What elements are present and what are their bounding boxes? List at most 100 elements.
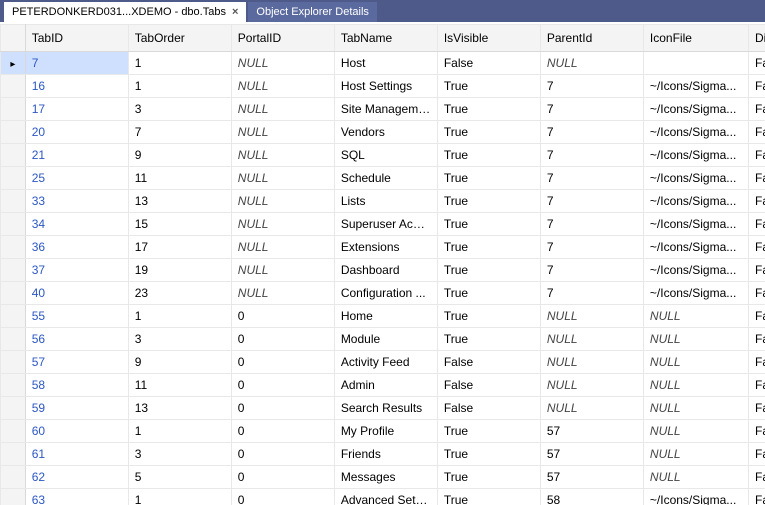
grid-cell[interactable]: 11 <box>128 374 231 397</box>
grid-cell[interactable]: 57 <box>540 466 643 489</box>
table-row[interactable]: 6250MessagesTrue57NULLFal <box>1 466 765 489</box>
row-selector[interactable] <box>1 397 26 420</box>
grid-cell[interactable]: 0 <box>231 374 334 397</box>
grid-cell[interactable]: NULL <box>643 305 748 328</box>
grid-cell[interactable]: False <box>437 351 540 374</box>
table-row[interactable]: 3313NULLListsTrue7~/Icons/Sigma...Fal <box>1 190 765 213</box>
grid-cell[interactable]: 0 <box>231 443 334 466</box>
grid-cell[interactable]: NULL <box>540 397 643 420</box>
grid-cell[interactable]: Fal <box>749 98 765 121</box>
row-selector[interactable] <box>1 121 26 144</box>
grid-cell[interactable]: ~/Icons/Sigma... <box>643 489 748 505</box>
grid-cell[interactable]: 0 <box>231 397 334 420</box>
table-row[interactable]: 161NULLHost SettingsTrue7~/Icons/Sigma..… <box>1 75 765 98</box>
grid-cell[interactable]: 3 <box>128 443 231 466</box>
grid-cell[interactable]: True <box>437 144 540 167</box>
grid-cell[interactable]: ~/Icons/Sigma... <box>643 236 748 259</box>
grid-cell[interactable]: Host Settings <box>334 75 437 98</box>
grid-cell[interactable]: Configuration ... <box>334 282 437 305</box>
grid-cell[interactable]: Fal <box>749 236 765 259</box>
grid-cell[interactable]: Advanced Setti... <box>334 489 437 505</box>
grid-cell[interactable]: 7 <box>25 52 128 75</box>
grid-cell[interactable]: True <box>437 282 540 305</box>
grid-cell[interactable]: NULL <box>540 305 643 328</box>
grid-cell[interactable]: 58 <box>25 374 128 397</box>
row-selector[interactable] <box>1 52 26 75</box>
row-selector[interactable] <box>1 489 26 505</box>
row-selector[interactable] <box>1 374 26 397</box>
grid-cell[interactable]: 61 <box>25 443 128 466</box>
grid-cell[interactable]: 7 <box>540 213 643 236</box>
grid-cell[interactable]: ~/Icons/Sigma... <box>643 75 748 98</box>
grid-cell[interactable]: ~/Icons/Sigma... <box>643 167 748 190</box>
grid-cell[interactable]: 0 <box>231 420 334 443</box>
row-selector[interactable] <box>1 259 26 282</box>
grid-cell[interactable]: 1 <box>128 52 231 75</box>
table-row[interactable]: 173NULLSite Manageme...True7~/Icons/Sigm… <box>1 98 765 121</box>
table-row[interactable]: 219NULLSQLTrue7~/Icons/Sigma...Fal <box>1 144 765 167</box>
grid-cell[interactable]: 17 <box>25 98 128 121</box>
data-grid[interactable]: TabIDTabOrderPortalIDTabNameIsVisiblePar… <box>0 24 765 505</box>
row-selector[interactable] <box>1 98 26 121</box>
grid-cell[interactable]: 1 <box>128 420 231 443</box>
grid-cell[interactable]: Fal <box>749 121 765 144</box>
grid-cell[interactable]: Fal <box>749 420 765 443</box>
table-row[interactable]: 6310Advanced Setti...True58~/Icons/Sigma… <box>1 489 765 505</box>
grid-cell[interactable]: Fal <box>749 443 765 466</box>
grid-cell[interactable]: Dashboard <box>334 259 437 282</box>
grid-cell[interactable]: ~/Icons/Sigma... <box>643 213 748 236</box>
grid-cell[interactable]: Friends <box>334 443 437 466</box>
grid-cell[interactable]: True <box>437 167 540 190</box>
grid-cell[interactable]: 33 <box>25 190 128 213</box>
row-selector[interactable] <box>1 466 26 489</box>
grid-cell[interactable]: NULL <box>231 75 334 98</box>
grid-cell[interactable]: NULL <box>643 328 748 351</box>
grid-cell[interactable]: 37 <box>25 259 128 282</box>
grid-cell[interactable]: Vendors <box>334 121 437 144</box>
grid-cell[interactable]: 7 <box>540 282 643 305</box>
grid-cell[interactable]: 9 <box>128 144 231 167</box>
grid-cell[interactable]: 7 <box>540 98 643 121</box>
grid-cell[interactable]: True <box>437 121 540 144</box>
grid-cell[interactable]: 1 <box>128 305 231 328</box>
grid-cell[interactable]: 59 <box>25 397 128 420</box>
grid-cell[interactable]: 5 <box>128 466 231 489</box>
row-selector[interactable] <box>1 351 26 374</box>
grid-cell[interactable]: 1 <box>128 489 231 505</box>
grid-cell[interactable]: Home <box>334 305 437 328</box>
grid-cell[interactable]: 11 <box>128 167 231 190</box>
grid-cell[interactable]: Host <box>334 52 437 75</box>
grid-cell[interactable]: 60 <box>25 420 128 443</box>
grid-cell[interactable]: ~/Icons/Sigma... <box>643 144 748 167</box>
grid-cell[interactable]: ~/Icons/Sigma... <box>643 121 748 144</box>
grid-cell[interactable]: 13 <box>128 190 231 213</box>
grid-cell[interactable]: NULL <box>643 374 748 397</box>
grid-cell[interactable]: Fal <box>749 397 765 420</box>
grid-cell[interactable]: NULL <box>540 351 643 374</box>
grid-cell[interactable]: Fal <box>749 52 765 75</box>
table-row[interactable]: 71NULLHostFalseNULLFal <box>1 52 765 75</box>
row-selector[interactable] <box>1 75 26 98</box>
tab-object-explorer-details[interactable]: Object Explorer Details <box>248 2 377 22</box>
grid-cell[interactable]: False <box>437 52 540 75</box>
grid-cell[interactable]: True <box>437 75 540 98</box>
row-selector[interactable] <box>1 443 26 466</box>
tab-data-grid[interactable]: PETERDONKERD031...XDEMO - dbo.Tabs × <box>4 2 246 22</box>
grid-cell[interactable]: Schedule <box>334 167 437 190</box>
table-row[interactable]: 4023NULLConfiguration ...True7~/Icons/Si… <box>1 282 765 305</box>
close-icon[interactable]: × <box>232 6 238 18</box>
grid-cell[interactable]: 7 <box>540 75 643 98</box>
grid-cell[interactable]: Lists <box>334 190 437 213</box>
table-row[interactable]: 59130Search ResultsFalseNULLNULLFal <box>1 397 765 420</box>
grid-cell[interactable]: True <box>437 466 540 489</box>
grid-cell[interactable]: 7 <box>540 190 643 213</box>
grid-cell[interactable]: True <box>437 259 540 282</box>
grid-cell[interactable]: 56 <box>25 328 128 351</box>
grid-cell[interactable]: 16 <box>25 75 128 98</box>
row-selector[interactable] <box>1 190 26 213</box>
grid-cell[interactable]: NULL <box>231 259 334 282</box>
grid-cell[interactable]: 7 <box>540 259 643 282</box>
grid-cell[interactable]: True <box>437 213 540 236</box>
table-row[interactable]: 3415NULLSuperuser Acco...True7~/Icons/Si… <box>1 213 765 236</box>
grid-cell[interactable]: Activity Feed <box>334 351 437 374</box>
